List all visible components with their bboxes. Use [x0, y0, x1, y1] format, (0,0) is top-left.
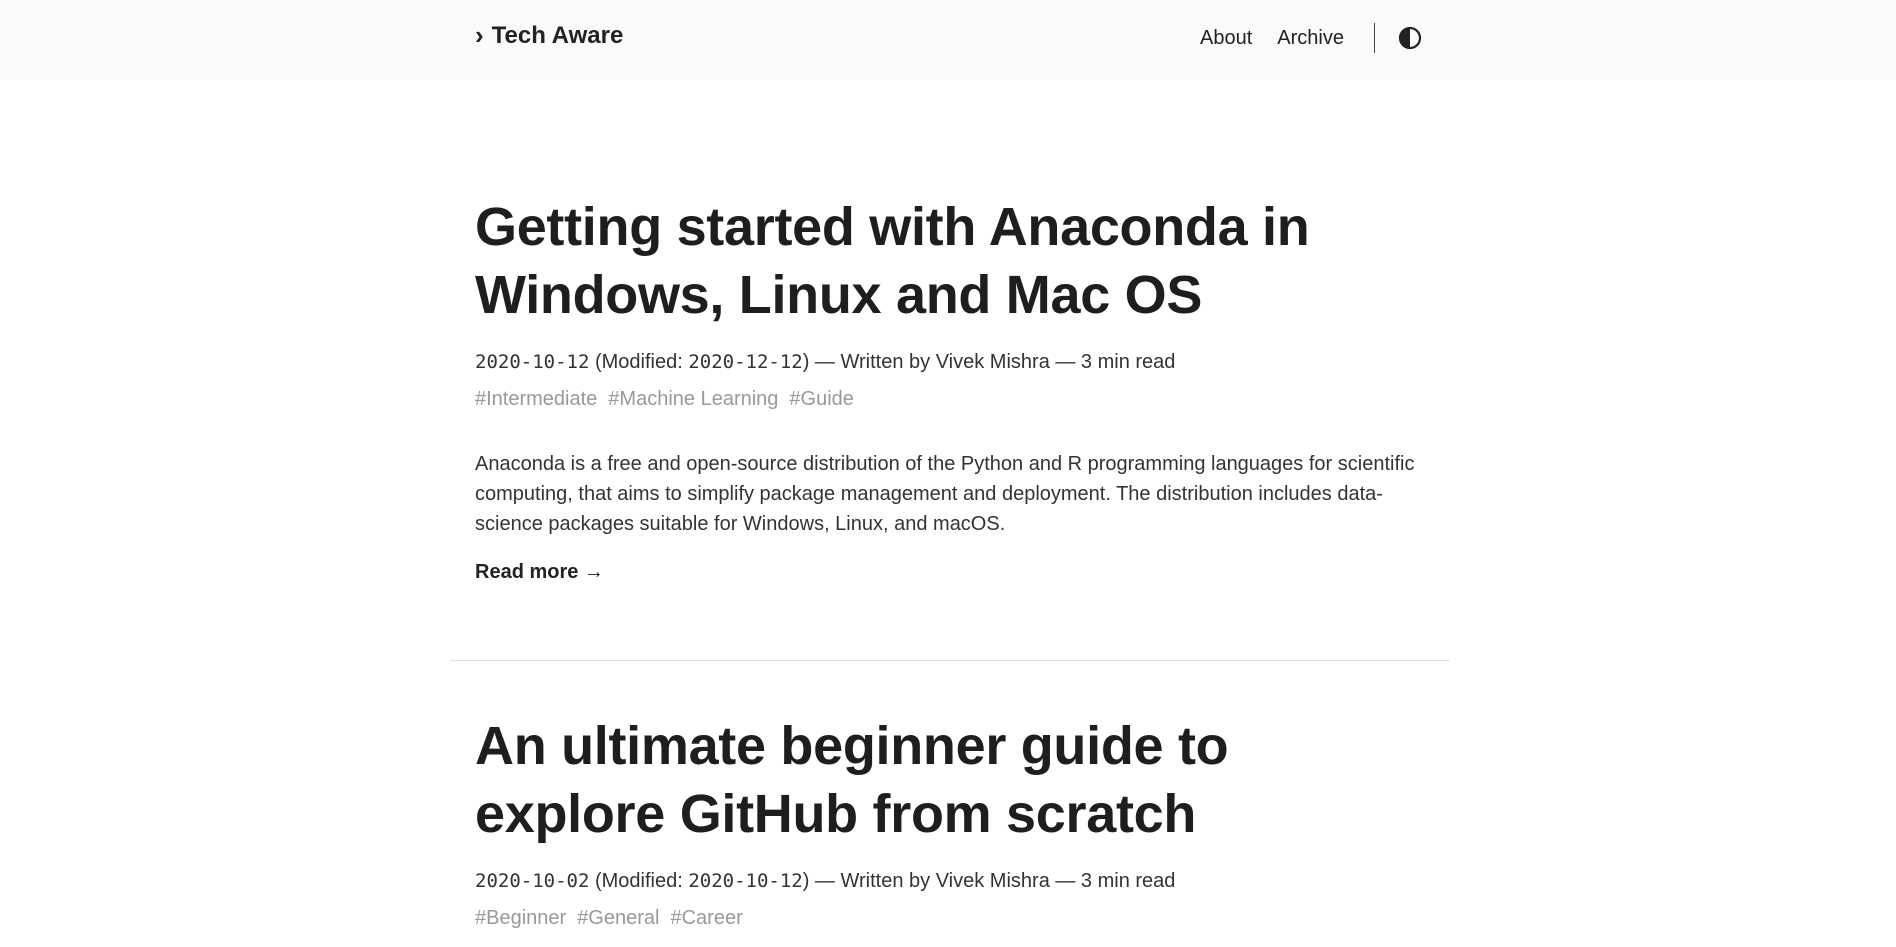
tag-link[interactable]: #Guide: [789, 388, 854, 411]
nav-link-archive[interactable]: Archive: [1277, 27, 1344, 50]
post-tags: #Beginner #General #Career: [475, 907, 1435, 930]
nav-divider: [1374, 23, 1375, 53]
theme-toggle-button[interactable]: [1397, 25, 1423, 51]
post-summary: Anaconda is a free and open-source distr…: [475, 453, 1415, 535]
chevron-right-icon: ›: [475, 19, 484, 50]
tag-link[interactable]: #Intermediate: [475, 388, 597, 411]
tag-link[interactable]: #General: [577, 907, 659, 930]
post-title[interactable]: Getting started with Anaconda in Windows…: [475, 193, 1435, 329]
post-modified-prefix: (Modified:: [589, 870, 689, 892]
post-title[interactable]: An ultimate beginner guide to explore Gi…: [475, 712, 1435, 848]
contrast-icon: [1398, 26, 1422, 50]
post-title-line: explore GitHub from scratch: [475, 784, 1197, 844]
post-separator: [450, 660, 1450, 661]
site-title: Tech Aware: [491, 22, 624, 49]
post-meta: 2020-10-12 (Modified: 2020-12-12) — Writ…: [475, 351, 1435, 374]
post-meta-suffix: ) — Written by Vivek Mishra — 3 min read: [802, 351, 1176, 373]
post-date: 2020-10-02: [475, 870, 590, 892]
tag-link[interactable]: #Career: [670, 907, 742, 930]
post-card: Getting started with Anaconda in Windows…: [475, 193, 1435, 584]
post-title-line: An ultimate beginner guide to: [475, 716, 1229, 776]
post-modified-date: 2020-12-12: [688, 351, 803, 373]
post-title-line: Getting started with Anaconda in: [475, 197, 1310, 257]
post-tags: #Intermediate #Machine Learning #Guide: [475, 388, 1435, 411]
read-more-link[interactable]: Read more →: [475, 561, 604, 584]
post-modified-prefix: (Modified:: [589, 351, 689, 373]
tag-link[interactable]: #Machine Learning: [608, 388, 778, 411]
post-card: An ultimate beginner guide to explore Gi…: [475, 712, 1435, 930]
tag-link[interactable]: #Beginner: [475, 907, 566, 930]
site-header: › Tech Aware About Archive: [0, 0, 1896, 80]
post-meta-suffix: ) — Written by Vivek Mishra — 3 min read: [802, 870, 1176, 892]
main-nav: About Archive: [1175, 20, 1423, 56]
post-title-line: Windows, Linux and Mac OS: [475, 265, 1203, 325]
post-date: 2020-10-12: [475, 351, 590, 373]
post-modified-date: 2020-10-12: [688, 870, 803, 892]
post-meta: 2020-10-02 (Modified: 2020-10-12) — Writ…: [475, 870, 1435, 893]
nav-link-about[interactable]: About: [1200, 27, 1252, 50]
site-logo-link[interactable]: › Tech Aware: [475, 22, 623, 50]
